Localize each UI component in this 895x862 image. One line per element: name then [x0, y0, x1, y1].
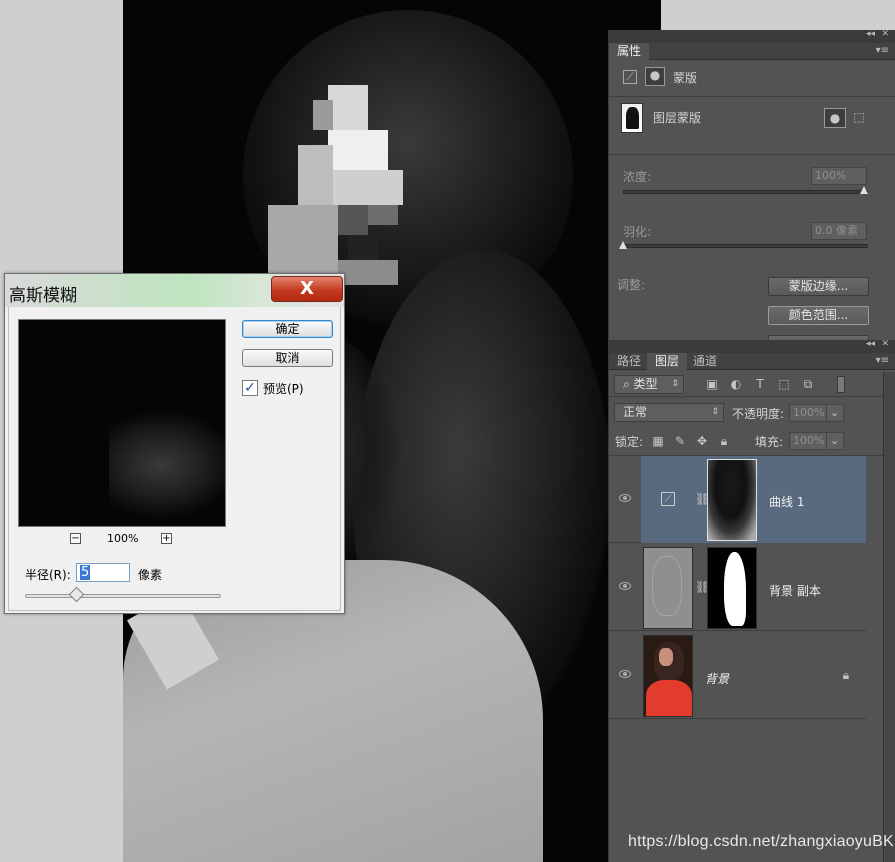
filter-smart-object-icon[interactable]: ⧉: [801, 377, 815, 391]
opacity-input[interactable]: 100%: [789, 404, 827, 422]
panel-topstrip: ◂◂ ✕: [609, 29, 895, 43]
lock-transparent-icon[interactable]: ▦: [651, 434, 665, 448]
radius-label: 半径(R):: [25, 568, 71, 582]
panel-topstrip: ◂◂ ✕: [609, 339, 895, 353]
layer-name: 曲线 1: [769, 495, 805, 509]
layer-mask-thumbnail[interactable]: [707, 547, 757, 629]
layer-row[interactable]: ⟋ ⛓ 曲线 1: [609, 456, 866, 543]
watermark: https://blog.csdn.net/zhangxiaoyuBK: [628, 833, 894, 850]
zoom-level: 100%: [107, 532, 139, 545]
updown-icon: ⇕: [671, 379, 679, 389]
filter-adjustment-icon[interactable]: ◐: [729, 377, 743, 391]
zoom-out-button[interactable]: −: [70, 533, 81, 544]
layer-thumbnail[interactable]: [643, 547, 693, 629]
panel-menu-icon[interactable]: ▾≡: [876, 45, 889, 56]
preview-label: 预览(P): [263, 382, 304, 396]
panel-menu-icon[interactable]: ▾≡: [876, 355, 889, 366]
filter-kind-select[interactable]: ⌕ 类型 ⇕: [614, 375, 684, 394]
layer-name: 背景 副本: [769, 584, 821, 598]
pixelated-face: [268, 85, 418, 285]
mask-icon[interactable]: ●: [645, 67, 665, 86]
filter-pixel-icon[interactable]: ▣: [705, 377, 719, 391]
fill-label: 填充:: [755, 435, 784, 449]
preview-checkbox[interactable]: ✓: [242, 380, 258, 396]
fill-dropdown[interactable]: ⌄: [826, 432, 844, 450]
lock-all-icon[interactable]: 🔒︎: [717, 434, 731, 448]
tab-channels[interactable]: 通道: [685, 353, 725, 370]
gaussian-blur-dialog: 高斯模糊 X 确定 取消 ✓ 预览(P) − 100% + 半径(R): 5 像…: [4, 273, 345, 614]
visibility-eye-icon[interactable]: [619, 670, 631, 678]
close-button[interactable]: X: [271, 276, 343, 302]
radius-slider-track[interactable]: [25, 594, 221, 598]
radius-input[interactable]: 5: [76, 563, 130, 582]
panel-divider: [609, 396, 895, 397]
search-icon: ⌕: [623, 377, 634, 391]
collapse-icon[interactable]: ◂◂: [866, 339, 875, 349]
pixel-mask-icon[interactable]: ●: [824, 108, 846, 128]
visibility-eye-icon[interactable]: [619, 494, 631, 502]
density-label: 浓度:: [623, 170, 652, 184]
adjust-label: 调整:: [617, 278, 646, 292]
blend-mode-select[interactable]: 正常 ⇕: [614, 403, 724, 422]
curves-icon[interactable]: ⟋: [623, 70, 637, 84]
panel-divider: [609, 154, 895, 155]
zoom-in-button[interactable]: +: [161, 533, 172, 544]
dialog-title: 高斯模糊: [9, 286, 77, 306]
visibility-eye-icon[interactable]: [619, 582, 631, 590]
layer-lock-icon: 🔒︎: [842, 668, 850, 682]
tab-layers[interactable]: 图层: [647, 353, 688, 370]
layers-tabrow: 路径 图层 通道 ▾≡: [609, 353, 895, 370]
tab-paths[interactable]: 路径: [609, 353, 649, 370]
feather-input[interactable]: 0.0 像素: [811, 222, 867, 240]
color-range-button[interactable]: 颜色范围...: [768, 306, 869, 325]
opacity-label: 不透明度:: [732, 407, 785, 421]
properties-panel: ◂◂ ✕ 属性 ▾≡ ⟋ ● 蒙版 图层蒙版 ● ⬚ 浓度: 100% 羽化: …: [608, 29, 895, 343]
tab-properties[interactable]: 属性: [609, 43, 650, 60]
feather-slider-thumb[interactable]: [619, 241, 627, 249]
mask-thumbnail: [621, 103, 643, 133]
density-slider-thumb[interactable]: [860, 186, 868, 194]
updown-icon: ⇕: [711, 407, 719, 417]
preview-window[interactable]: [18, 319, 226, 527]
lock-paint-icon[interactable]: ✎: [673, 434, 687, 448]
vector-mask-icon[interactable]: ⬚: [852, 110, 866, 124]
filter-shape-icon[interactable]: ⬚: [777, 377, 791, 391]
mask-edge-button[interactable]: 蒙版边缘...: [768, 277, 869, 296]
filter-kind-value: 类型: [633, 377, 658, 391]
lock-label: 锁定:: [615, 435, 644, 449]
density-slider-track[interactable]: [623, 190, 868, 194]
feather-label: 羽化:: [623, 225, 652, 239]
layer-row[interactable]: 背景 🔒︎: [609, 632, 866, 719]
close-icon[interactable]: ✕: [881, 29, 889, 39]
curves-adjustment-icon: ⟋: [661, 492, 675, 506]
density-input[interactable]: 100%: [811, 167, 867, 185]
mask-type-label: 蒙版: [673, 71, 698, 85]
lock-move-icon[interactable]: ✥: [695, 434, 709, 448]
layers-panel: ◂◂ ✕ 路径 图层 通道 ▾≡ ⌕ 类型 ⇕ ▣ ◐ T ⬚ ⧉ 正常 ⇕ 不…: [608, 339, 895, 862]
close-icon[interactable]: ✕: [881, 339, 889, 349]
layer-thumbnail[interactable]: [643, 635, 693, 717]
layer-mask-label: 图层蒙版: [653, 111, 702, 125]
panel-scrollbar[interactable]: [883, 372, 895, 862]
radius-unit: 像素: [138, 568, 163, 582]
blend-mode-value: 正常: [623, 405, 648, 419]
layer-mask-thumbnail[interactable]: [707, 459, 757, 541]
layer-row[interactable]: ⛓ 背景 副本: [609, 544, 866, 631]
opacity-dropdown[interactable]: ⌄: [826, 404, 844, 422]
feather-slider-track[interactable]: [623, 244, 868, 248]
panel-divider: [609, 96, 895, 97]
radius-value: 5: [80, 565, 91, 580]
ok-button[interactable]: 确定: [242, 320, 333, 338]
fill-input[interactable]: 100%: [789, 432, 827, 450]
layer-name: 背景: [705, 672, 730, 686]
filter-type-icon[interactable]: T: [753, 377, 767, 391]
cancel-button[interactable]: 取消: [242, 349, 333, 367]
collapse-icon[interactable]: ◂◂: [866, 29, 875, 39]
filter-toggle-icon[interactable]: [837, 376, 845, 393]
dialog-titlebar[interactable]: 高斯模糊 X: [5, 274, 344, 307]
properties-tabrow: 属性 ▾≡: [609, 43, 895, 60]
